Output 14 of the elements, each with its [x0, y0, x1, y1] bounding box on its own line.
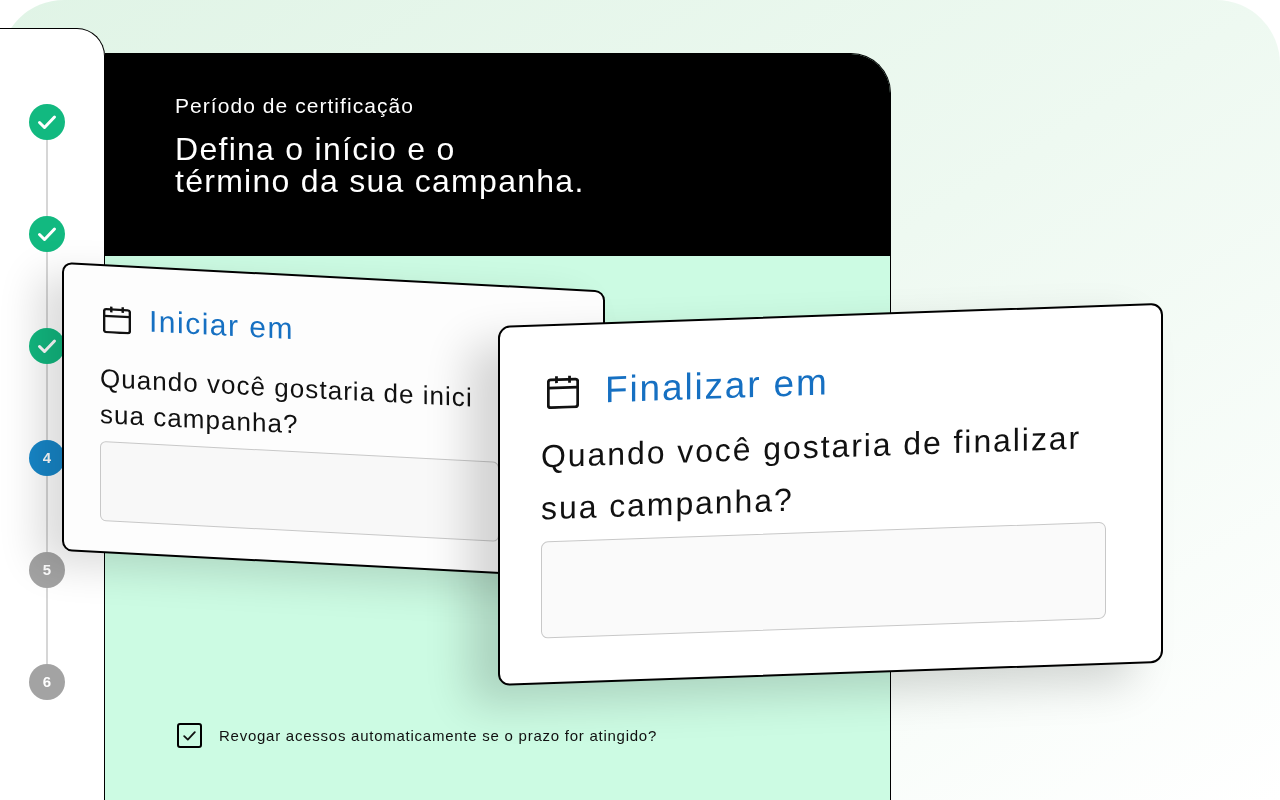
- section-title: Defina o início e o término da sua campanha.: [175, 133, 585, 197]
- step-number: 4: [29, 440, 65, 476]
- checkbox-label: Revogar acessos automaticamente se o prazo for atingido?: [219, 725, 658, 746]
- card-title: Iniciar em: [149, 303, 295, 348]
- step-number: 5: [29, 552, 65, 588]
- checkmark-icon: [183, 730, 196, 741]
- calendar-icon: [103, 305, 131, 335]
- card-question: Quando você gostaria de finalizar sua campanha?: [541, 418, 1082, 529]
- step-number: 6: [29, 664, 65, 700]
- section-eyebrow: Período de certificação: [175, 93, 414, 119]
- checkbox[interactable]: [177, 723, 202, 748]
- card-title: Finalizar em: [605, 361, 829, 412]
- card-question: Quando você gostaria de inici sua campanha?: [100, 362, 473, 442]
- calendar-icon: [547, 374, 579, 410]
